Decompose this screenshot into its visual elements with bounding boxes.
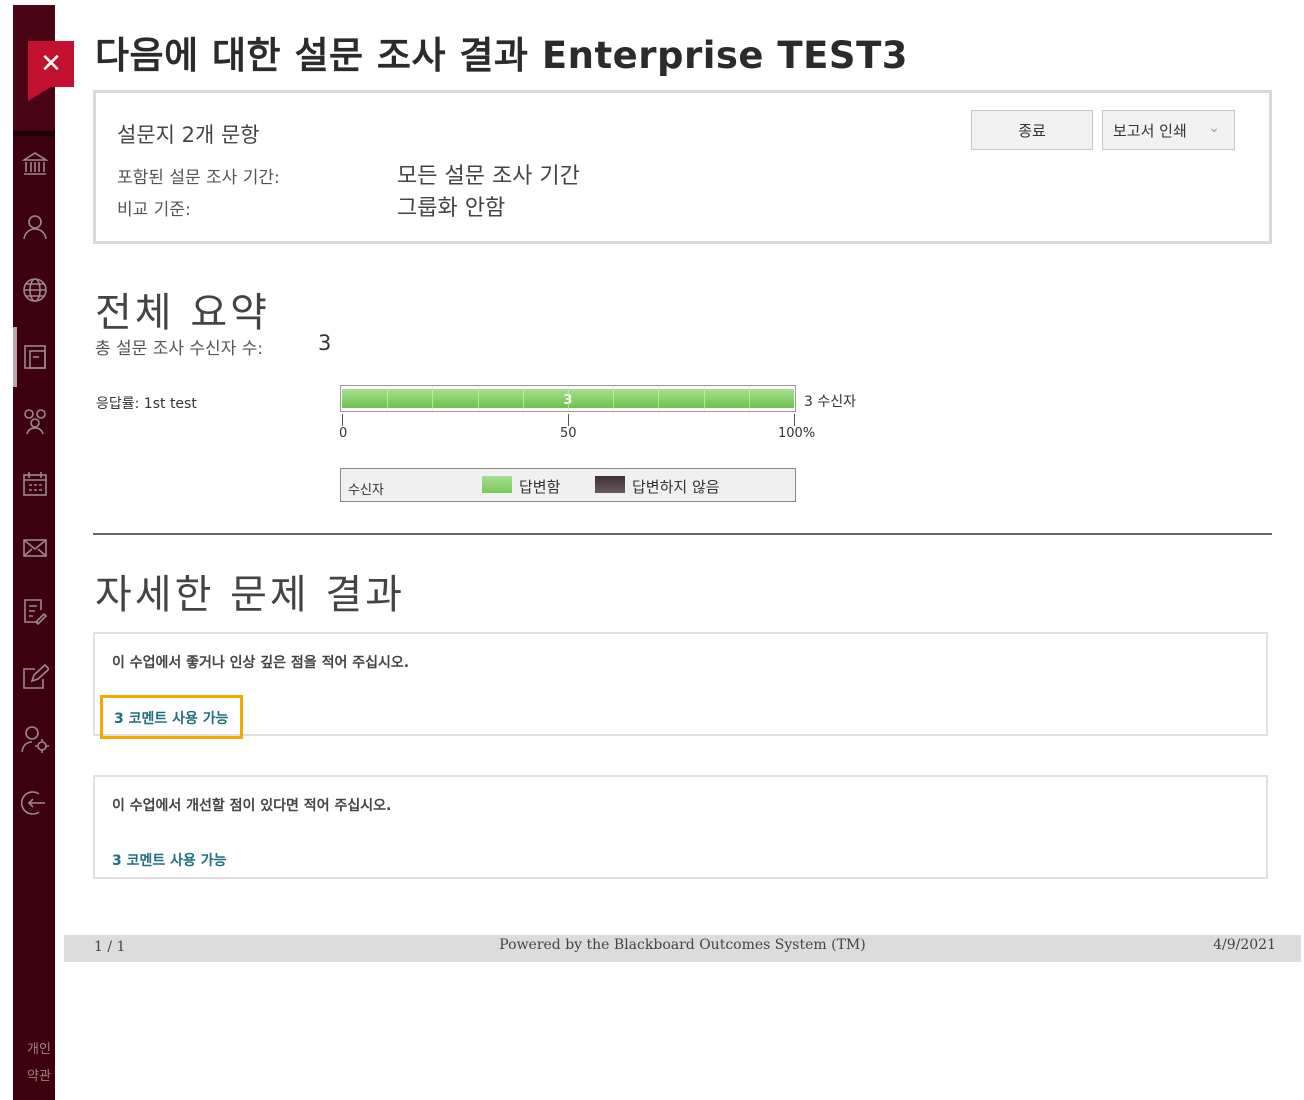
- print-report-button[interactable]: 보고서 인쇄 ⌄: [1102, 110, 1235, 150]
- legend-title: 수신자: [348, 483, 384, 498]
- bar-gridline: [387, 386, 389, 411]
- compare-value: 그룹화 안함: [397, 196, 506, 221]
- legend-label-answered: 답변함: [519, 478, 561, 496]
- question-card: 이 수업에서 좋거나 인상 깊은 점을 적어 주십시오. 3 코멘트 사용 가능: [93, 632, 1268, 739]
- recipients-value: 3: [318, 331, 332, 355]
- section-divider: [93, 533, 1272, 535]
- globe-icon[interactable]: [21, 276, 49, 304]
- report-info-panel: 설문지 2개 문항 포함된 설문 조사 기간: 모든 설문 조사 기간 비교 기…: [93, 90, 1272, 244]
- institution-icon[interactable]: [21, 150, 49, 178]
- rail-footer-terms[interactable]: 약관: [27, 1070, 51, 1084]
- bar-annotation: 3 수신자: [804, 394, 856, 410]
- bar-gridline: [748, 386, 750, 411]
- axis-tick-label: 50: [560, 426, 577, 441]
- courses-icon[interactable]: [21, 343, 49, 371]
- powered-by-text: Powered by the Blackboard Outcomes Syste…: [499, 937, 866, 953]
- comments-link[interactable]: 3 코멘트 사용 가능: [112, 850, 227, 870]
- chart-legend: 수신자 답변함 답변하지 않음: [340, 468, 796, 502]
- grades-icon[interactable]: [21, 597, 49, 626]
- bar-gridline: [658, 386, 660, 411]
- question-text: 이 수업에서 좋거나 인상 깊은 점을 적어 주십시오.: [112, 655, 410, 671]
- print-button-label: 보고서 인쇄: [1113, 121, 1187, 140]
- axis-tick: [794, 414, 795, 426]
- tools-icon[interactable]: [21, 725, 49, 753]
- chevron-down-icon: ⌄: [1208, 120, 1220, 136]
- axis-tick-label: 100%: [778, 426, 816, 441]
- left-navigation-rail: 개인 약관: [13, 5, 55, 1100]
- question-count: 설문지 2개 문항: [117, 123, 260, 147]
- period-label: 포함된 설문 조사 기간:: [117, 168, 280, 188]
- rail-divider: [13, 131, 55, 136]
- rail-footer-privacy[interactable]: 개인: [27, 1043, 51, 1057]
- edit-icon[interactable]: [21, 663, 51, 691]
- response-rate-label: 응답률: 1st test: [96, 396, 197, 412]
- compare-label: 비교 기준:: [117, 200, 191, 220]
- user-icon[interactable]: [21, 213, 49, 241]
- axis-tick: [568, 414, 569, 426]
- end-button[interactable]: 종료: [971, 110, 1093, 150]
- bar-gridline: [613, 386, 615, 411]
- legend-label-not-answered: 답변하지 않음: [632, 478, 720, 496]
- close-button-tail: [28, 87, 74, 101]
- bar-gridline: [568, 386, 569, 411]
- legend-swatch-answered: [482, 476, 512, 493]
- mail-icon[interactable]: [21, 534, 49, 562]
- x-axis: [342, 414, 798, 426]
- end-button-label: 종료: [1018, 121, 1046, 140]
- bar-gridline: [477, 386, 479, 411]
- close-icon: ✕: [40, 49, 62, 79]
- axis-tick: [342, 414, 343, 426]
- details-heading: 자세한 문제 결과: [95, 572, 406, 618]
- comments-link[interactable]: 3 코멘트 사용 가능: [100, 695, 243, 739]
- close-button[interactable]: ✕: [28, 41, 74, 87]
- rail-selection-indicator: [13, 327, 17, 387]
- recipients-label: 총 설문 조사 수신자 수:: [95, 339, 264, 359]
- report-footer: 1 / 1 Powered by the Blackboard Outcomes…: [64, 935, 1301, 962]
- summary-heading: 전체 요약: [95, 290, 270, 336]
- bar-gridline: [432, 386, 434, 411]
- logout-icon[interactable]: [20, 789, 49, 817]
- page-title: 다음에 대한 설문 조사 결과 Enterprise TEST3: [95, 34, 909, 77]
- report-date: 4/9/2021: [1213, 937, 1276, 953]
- legend-swatch-not-answered: [595, 476, 625, 493]
- bar-gridline: [703, 386, 705, 411]
- calendar-icon[interactable]: [21, 470, 49, 498]
- question-card: 이 수업에서 개선할 점이 있다면 적어 주십시오. 3 코멘트 사용 가능: [93, 775, 1268, 879]
- response-rate-chart: 3: [340, 385, 796, 412]
- period-value: 모든 설문 조사 기간: [397, 164, 580, 189]
- groups-icon[interactable]: [21, 407, 49, 435]
- question-text: 이 수업에서 개선할 점이 있다면 적어 주십시오.: [112, 798, 392, 814]
- bar-gridline: [522, 386, 524, 411]
- axis-tick-label: 0: [339, 426, 348, 441]
